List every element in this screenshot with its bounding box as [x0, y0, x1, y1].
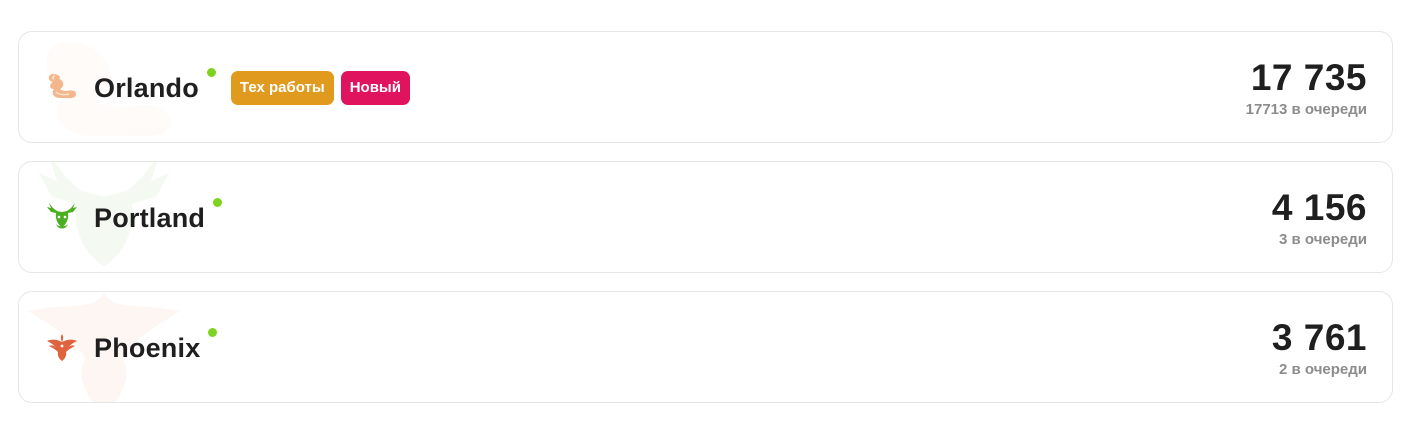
online-stats: 3 761 2 в очереди [1272, 316, 1367, 380]
server-title: Portland [94, 198, 223, 236]
queue-count: 2 в очереди [1279, 361, 1367, 378]
status-dot [206, 68, 216, 77]
new-badge: Новый [340, 71, 410, 105]
server-title: Orlando Тех работы Новый [94, 68, 410, 106]
online-count: 3 761 [1271, 317, 1367, 358]
server-list: Orlando Тех работы Новый 17 735 17713 в … [18, 31, 1393, 421]
online-count: 17 735 [1250, 57, 1367, 98]
online-stats: 4 156 3 в очереди [1272, 186, 1367, 250]
server-name: Phoenix [94, 333, 201, 363]
status-dot [213, 198, 223, 207]
server-card-orlando[interactable]: Orlando Тех работы Новый 17 735 17713 в … [18, 31, 1393, 143]
phoenix-icon [47, 334, 77, 361]
status-dot [208, 328, 218, 337]
online-stats: 17 735 17713 в очереди [1246, 56, 1367, 120]
server-title: Phoenix [94, 328, 218, 366]
server-name: Portland [94, 203, 206, 233]
queue-count: 17713 в очереди [1245, 101, 1367, 118]
server-card-portland[interactable]: Portland 4 156 3 в очереди [18, 161, 1393, 273]
server-name: Orlando [94, 73, 199, 103]
queue-count: 3 в очереди [1279, 231, 1367, 248]
deer-icon [47, 203, 77, 229]
maintenance-badge: Тех работы [230, 71, 334, 105]
online-count: 4 156 [1271, 187, 1367, 228]
badge-group: Тех работы Новый [230, 71, 410, 105]
server-card-phoenix[interactable]: Phoenix 3 761 2 в очереди [18, 291, 1393, 403]
swan-icon [48, 74, 77, 98]
